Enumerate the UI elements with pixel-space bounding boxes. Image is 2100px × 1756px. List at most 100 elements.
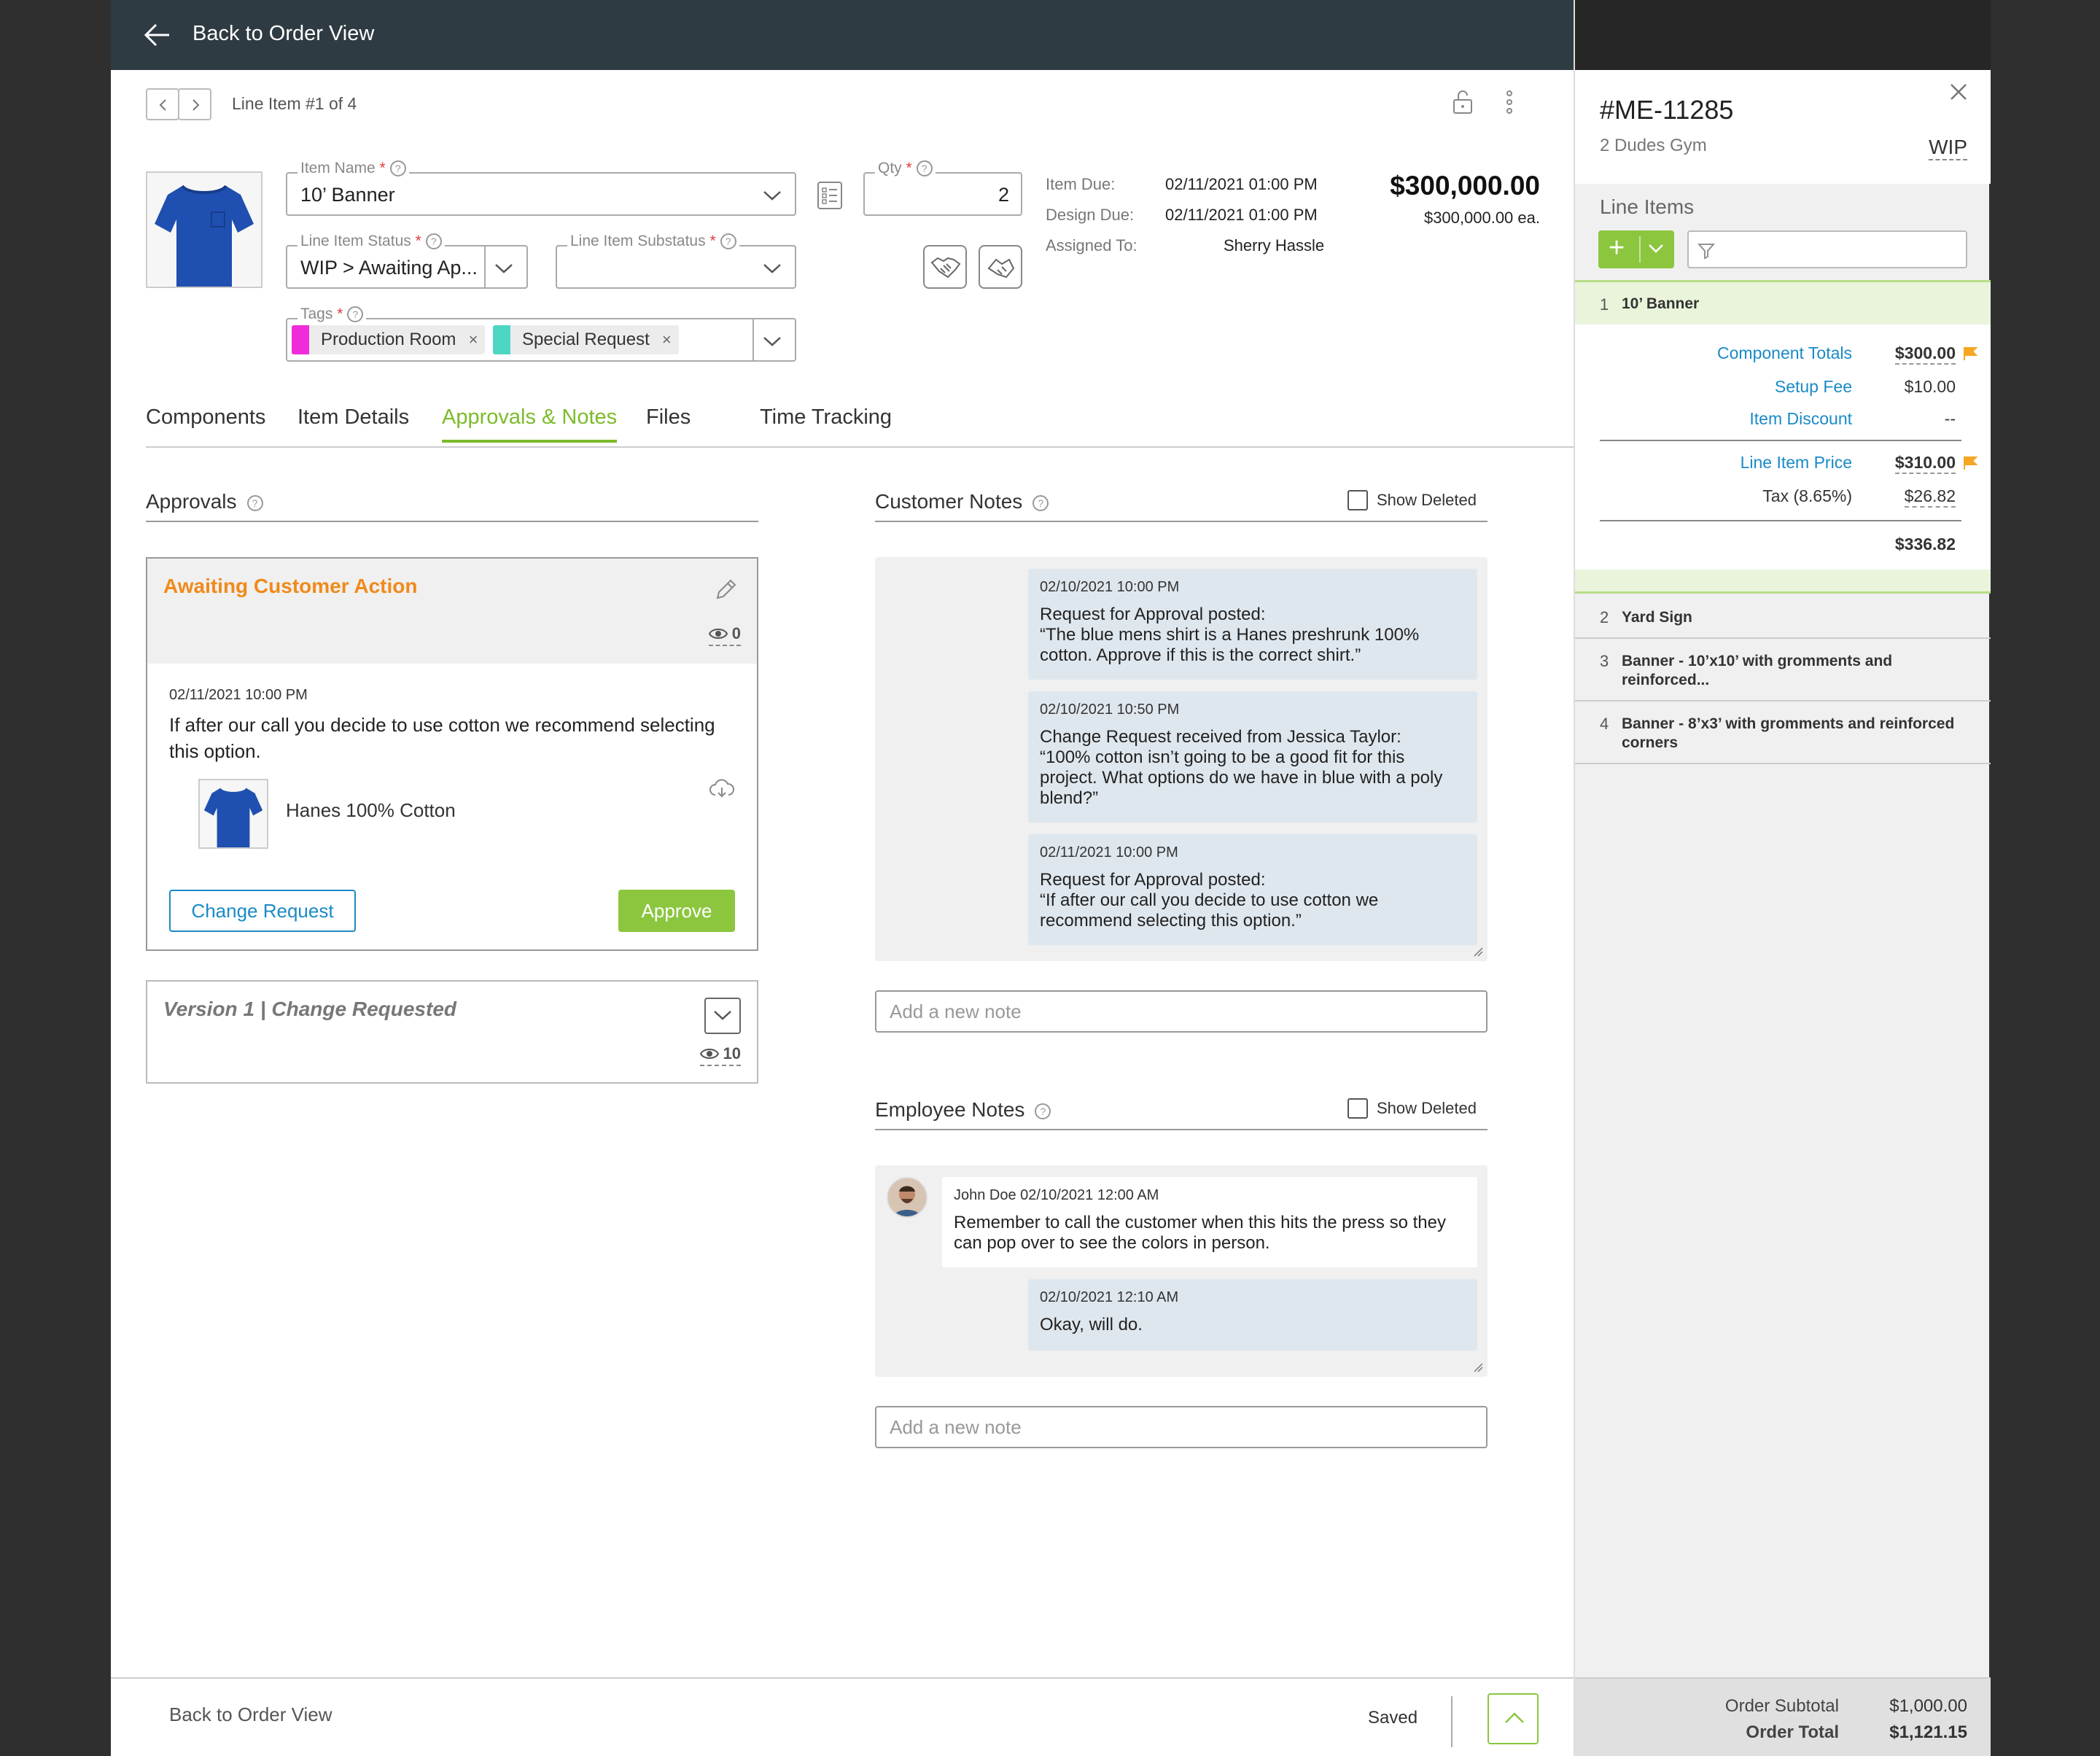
- back-arrow-icon[interactable]: [143, 20, 172, 50]
- design-due-label: Design Due:: [1046, 206, 1135, 224]
- help-icon[interactable]: ?: [1032, 494, 1049, 511]
- more-options-icon[interactable]: [1504, 89, 1515, 115]
- help-icon[interactable]: ?: [720, 233, 736, 250]
- tab-approvals-notes[interactable]: Approvals & Notes: [442, 405, 618, 443]
- view-count[interactable]: 0: [708, 624, 741, 646]
- required-marker: *: [337, 306, 343, 322]
- customer-notes-title-text: Customer Notes: [875, 490, 1023, 513]
- order-subtotal-label: Order Subtotal: [1724, 1696, 1839, 1716]
- chevron-down-icon[interactable]: [494, 263, 513, 274]
- unit-price: $300,000.00 ea.: [1423, 209, 1540, 227]
- resize-handle-icon[interactable]: [1473, 947, 1483, 957]
- item-name-label: Item Name: [300, 160, 376, 176]
- show-deleted-toggle[interactable]: Show Deleted: [1348, 1098, 1477, 1119]
- show-deleted-checkbox[interactable]: [1348, 1098, 1368, 1119]
- add-line-item-button[interactable]: +: [1598, 230, 1674, 268]
- line-item-number: 2: [1600, 608, 1609, 626]
- line-item-number: 3: [1600, 652, 1609, 670]
- flag-icon: [1964, 457, 1978, 470]
- change-request-button[interactable]: Change Request: [169, 890, 356, 932]
- approval-product-name: Hanes 100% Cotton: [286, 799, 456, 821]
- close-icon[interactable]: [1948, 82, 1969, 102]
- tshirt-icon: [147, 173, 261, 287]
- tags-field[interactable]: Tags *? Production Room × Special Reques…: [286, 306, 796, 362]
- help-icon[interactable]: ?: [347, 306, 364, 323]
- approval-product-image[interactable]: [198, 779, 268, 849]
- help-icon[interactable]: ?: [425, 233, 442, 250]
- expand-version-button[interactable]: [704, 998, 741, 1034]
- customer-note: 02/10/2021 10:50 PM Change Request recei…: [1028, 691, 1477, 823]
- tab-item-details[interactable]: Item Details: [298, 405, 409, 440]
- customer-name: 2 Dudes Gym: [1600, 136, 1707, 155]
- assigned-to-value[interactable]: Sherry Hassle: [1224, 236, 1324, 255]
- line-item-status-select[interactable]: Line Item Status *? WIP > Awaiting Ap...: [286, 233, 528, 289]
- line-item-row[interactable]: 2 Yard Sign: [1575, 595, 1991, 639]
- save-status: Saved: [1368, 1708, 1418, 1728]
- item-name-value: 10’ Banner: [300, 184, 395, 206]
- approve-button[interactable]: Approve: [618, 890, 735, 932]
- next-item-button[interactable]: [178, 88, 211, 120]
- order-status-badge[interactable]: WIP: [1929, 136, 1967, 160]
- item-name-field[interactable]: Item Name *? 10’ Banner: [286, 160, 796, 216]
- chevron-down-icon[interactable]: [1648, 244, 1664, 254]
- flag-icon: [1964, 347, 1978, 360]
- line-items-filter-input[interactable]: [1687, 230, 1967, 268]
- line-item-row[interactable]: 3 Banner - 10’x10’ with gromments and re…: [1575, 639, 1991, 702]
- handshake-alt-button[interactable]: [979, 245, 1022, 289]
- remove-tag-icon[interactable]: ×: [662, 325, 672, 354]
- component-totals-value[interactable]: $300.00: [1894, 343, 1956, 365]
- order-subtotal-value: $1,000.00: [1889, 1696, 1967, 1716]
- eye-icon: [708, 629, 728, 639]
- handshake-button[interactable]: [923, 245, 967, 289]
- tag-label: Production Room: [321, 330, 456, 349]
- tax-label: Tax (8.65%): [1762, 486, 1852, 505]
- tag-chip[interactable]: Special Request ×: [493, 325, 679, 354]
- previous-item-button[interactable]: [146, 88, 179, 120]
- employee-notes-thread: John Doe 02/10/2021 12:00 AM Remember to…: [875, 1165, 1488, 1377]
- tax-value[interactable]: $26.82: [1904, 486, 1956, 508]
- cloud-download-icon[interactable]: [709, 779, 735, 799]
- line-item-row[interactable]: 1 10’ Banner: [1575, 282, 1991, 325]
- order-header: #ME-11285 2 Dudes Gym WIP: [1575, 70, 1991, 184]
- show-deleted-checkbox[interactable]: [1348, 490, 1368, 510]
- resize-handle-icon[interactable]: [1473, 1362, 1483, 1372]
- line-item-price-link[interactable]: Line Item Price: [1741, 453, 1852, 473]
- lock-icon[interactable]: [1451, 89, 1474, 115]
- help-icon[interactable]: ?: [1035, 1103, 1051, 1119]
- product-image[interactable]: [146, 171, 262, 288]
- footer-bar: Back to Order View Saved: [111, 1677, 1574, 1756]
- view-count[interactable]: 10: [699, 1044, 741, 1066]
- help-icon[interactable]: ?: [389, 160, 406, 177]
- setup-fee-link[interactable]: Setup Fee: [1775, 377, 1852, 397]
- note-time: 02/10/2021 12:10 AM: [1040, 1289, 1179, 1305]
- line-item-row[interactable]: 4 Banner - 8’x3’ with gromments and rein…: [1575, 702, 1991, 764]
- employee-notes-title: Employee Notes?: [875, 1098, 1051, 1122]
- line-item-price-value[interactable]: $310.00: [1894, 453, 1956, 474]
- item-discount-link[interactable]: Item Discount: [1749, 409, 1852, 429]
- footer-back-link[interactable]: Back to Order View: [169, 1703, 332, 1726]
- remove-tag-icon[interactable]: ×: [469, 325, 478, 354]
- note-time: 02/10/2021 10:00 PM: [1040, 579, 1180, 595]
- back-to-order-link[interactable]: Back to Order View: [192, 22, 374, 46]
- scroll-top-button[interactable]: [1488, 1693, 1539, 1744]
- line-item-substatus-select[interactable]: Line Item Substatus *?: [556, 233, 796, 289]
- tab-components[interactable]: Components: [146, 405, 265, 440]
- employee-note-input[interactable]: Add a new note: [875, 1406, 1488, 1448]
- approval-message: If after our call you decide to use cott…: [169, 714, 715, 762]
- line-item-number: 4: [1600, 715, 1609, 733]
- tab-time-tracking[interactable]: Time Tracking: [760, 405, 892, 440]
- qty-field[interactable]: Qty *? 2: [863, 160, 1022, 216]
- pencil-icon[interactable]: [713, 578, 738, 602]
- tab-files[interactable]: Files: [646, 405, 691, 440]
- list-details-icon[interactable]: [817, 181, 843, 210]
- help-icon[interactable]: ?: [916, 160, 933, 177]
- customer-notes-title: Customer Notes?: [875, 490, 1049, 513]
- component-totals-link[interactable]: Component Totals: [1717, 343, 1852, 363]
- chevron-down-icon[interactable]: [763, 335, 782, 347]
- customer-note-input[interactable]: Add a new note: [875, 990, 1488, 1033]
- setup-fee-value: $10.00: [1904, 377, 1956, 396]
- help-icon[interactable]: ?: [246, 494, 263, 511]
- tag-chip[interactable]: Production Room ×: [292, 325, 486, 354]
- approval-card: Awaiting Customer Action 0 02/11/2021 10…: [146, 557, 758, 951]
- show-deleted-toggle[interactable]: Show Deleted: [1348, 490, 1477, 510]
